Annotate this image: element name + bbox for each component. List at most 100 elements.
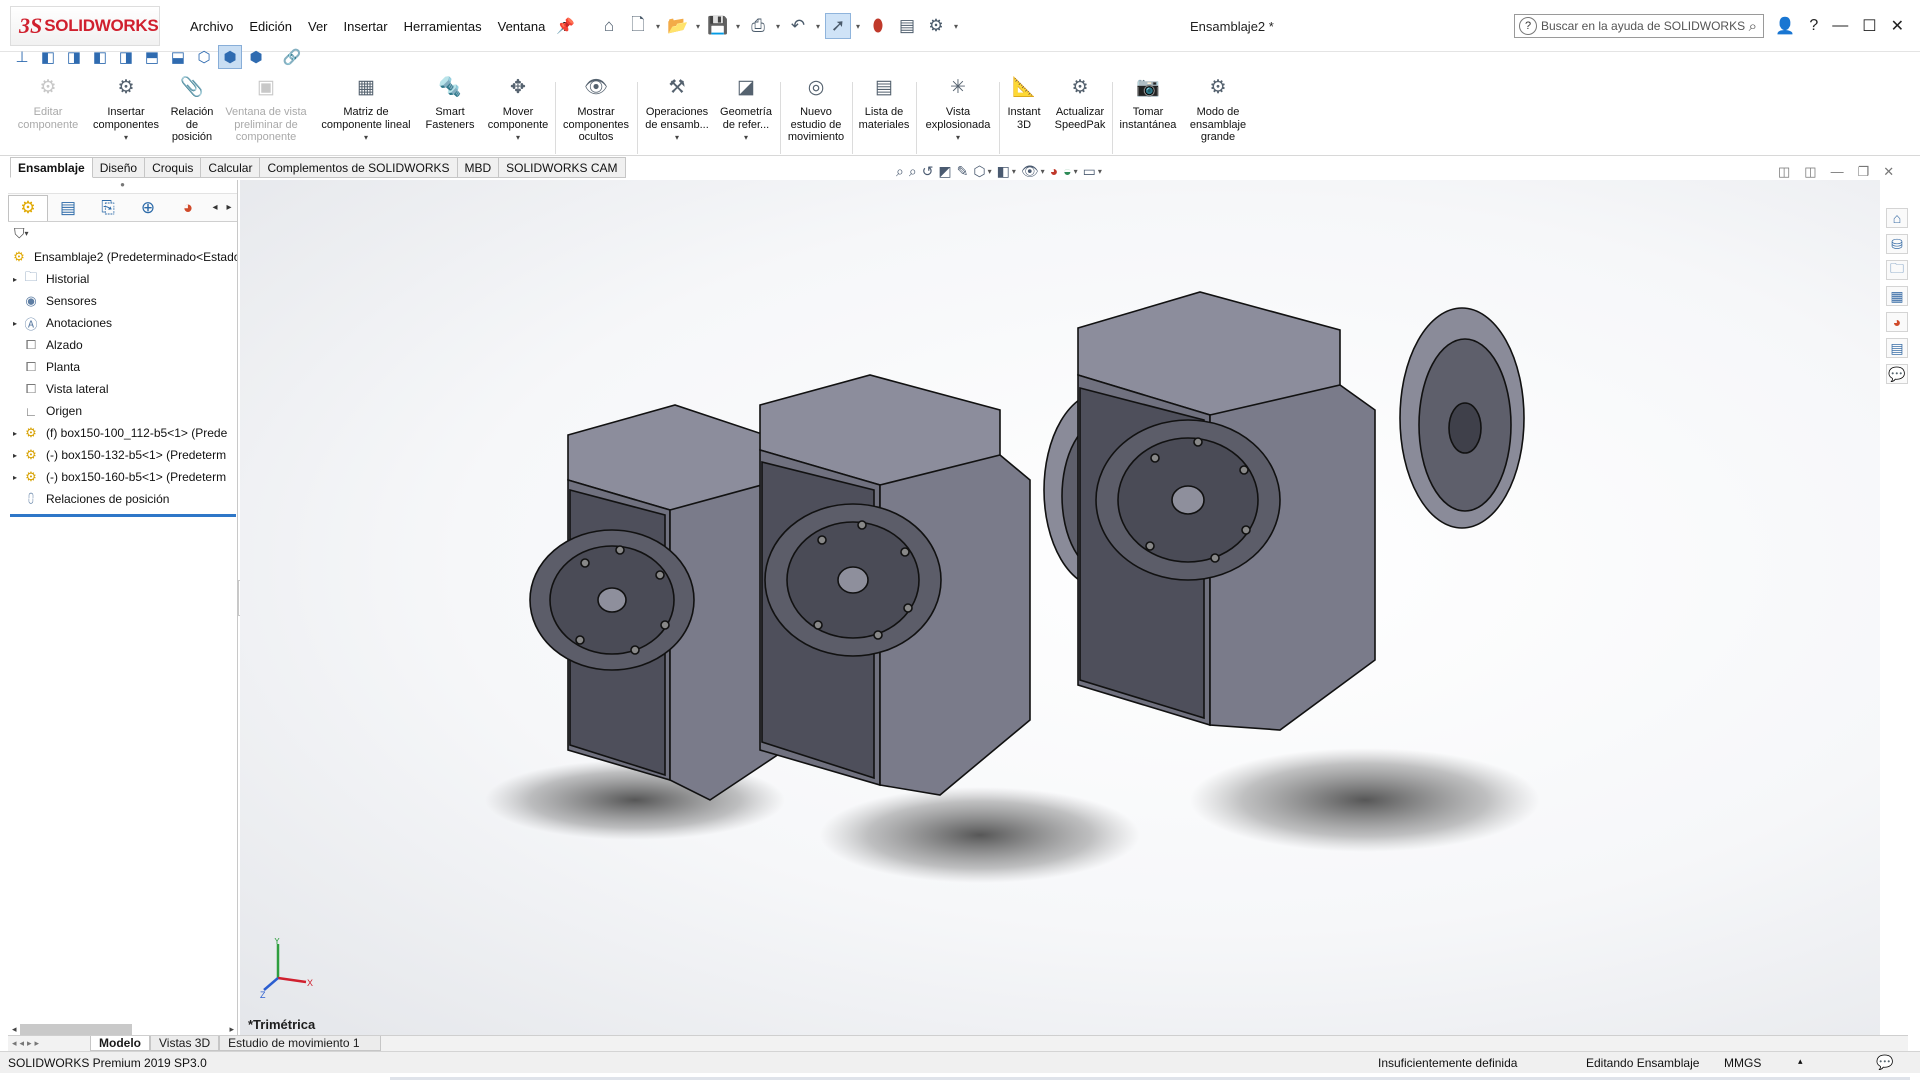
file-explorer-icon[interactable]: 🗀 xyxy=(1886,260,1908,280)
chevron-down-icon[interactable]: ▾ xyxy=(956,132,960,145)
zoom-to-fit-icon[interactable]: ⌕ xyxy=(896,163,904,180)
chevron-right-icon[interactable]: ▸ xyxy=(222,202,236,213)
chevron-down-icon[interactable]: ▾ xyxy=(774,22,782,31)
tab-complementos[interactable]: Complementos de SOLIDWORKS xyxy=(260,157,458,178)
chevron-down-icon[interactable]: ▾ xyxy=(516,132,520,145)
large-assembly-mode-button[interactable]: ⚙ Modo de ensamblaje grande xyxy=(1184,78,1252,144)
take-snapshot-button[interactable]: 📷 Tomar instantánea xyxy=(1115,78,1181,131)
mate-button[interactable]: 📎 Relación de posición xyxy=(166,78,218,144)
tree-root[interactable]: ⚙ Ensamblaje2 (Predeterminado<Estado xyxy=(8,246,237,268)
insert-components-button[interactable]: ⚙ Insertar componentes ▾ xyxy=(88,78,164,145)
chevron-down-icon[interactable]: ▾ xyxy=(124,132,128,145)
edit-appearance-icon[interactable]: ◕ xyxy=(1050,163,1058,179)
menu-ver[interactable]: Ver xyxy=(300,19,336,34)
isometric-view-icon[interactable]: ⬡ xyxy=(192,45,216,69)
right-view-icon[interactable]: ◨ xyxy=(114,45,138,69)
gearbox-box150-160[interactable] xyxy=(1077,291,1525,731)
chevron-down-icon[interactable]: ▾ xyxy=(814,22,822,31)
scroll-right-icon[interactable]: ▸ xyxy=(229,1024,234,1035)
home-icon[interactable]: ⌂ xyxy=(596,13,622,39)
update-speedpak-button[interactable]: ⚙ Actualizar SpeedPak xyxy=(1050,78,1110,131)
save-icon[interactable]: 💾 xyxy=(705,13,731,39)
chevron-down-icon[interactable]: ▾ xyxy=(1074,167,1078,176)
view-palette-icon[interactable]: ▦ xyxy=(1886,286,1908,306)
chevron-left-icon[interactable]: ◂ xyxy=(208,202,222,213)
chevron-up-icon[interactable]: ▴ xyxy=(1798,1056,1803,1067)
move-component-button[interactable]: ✥ Mover componente ▾ xyxy=(482,78,554,145)
bill-of-materials-button[interactable]: ▤ Lista de materiales xyxy=(856,78,912,131)
custom-properties-icon[interactable]: ▤ xyxy=(1886,338,1908,358)
feature-manager-tab-icon[interactable]: ⚙ xyxy=(8,194,48,221)
expand-arrow-icon[interactable]: ▸ xyxy=(8,473,22,482)
user-icon[interactable]: 👤 xyxy=(1775,16,1795,36)
help-search-box[interactable]: ? Buscar en la ayuda de SOLIDWORKS ⌕ xyxy=(1514,14,1764,38)
tree-item-vista-lateral[interactable]: ⧠ Vista lateral xyxy=(8,378,237,400)
viewport-close-icon[interactable]: ✕ xyxy=(1883,164,1894,180)
units-selector[interactable]: MMGS xyxy=(1724,1056,1761,1070)
solidworks-resources-icon[interactable]: ⌂ xyxy=(1886,208,1908,228)
filter-icon[interactable]: ⛉ ▾ xyxy=(8,222,237,244)
expand-arrow-icon[interactable]: ▸ xyxy=(8,319,22,328)
select-cursor-icon[interactable]: ➚ xyxy=(825,13,851,39)
tab-vistas-3d[interactable]: Vistas 3D xyxy=(150,1036,220,1051)
left-view-icon[interactable]: ◧ xyxy=(88,45,112,69)
maximize-icon[interactable]: ☐ xyxy=(1862,16,1876,36)
viewport-minimize-icon[interactable]: — xyxy=(1831,164,1844,180)
tooltip-icon[interactable]: 💬 xyxy=(1876,1054,1893,1071)
split-view-left-icon[interactable]: ◫ xyxy=(1778,164,1790,180)
back-view-icon[interactable]: ◨ xyxy=(62,45,86,69)
instant3d-button[interactable]: 📐 Instant 3D xyxy=(1002,78,1046,131)
split-view-right-icon[interactable]: ◫ xyxy=(1804,164,1816,180)
tree-item-alzado[interactable]: ⧠ Alzado xyxy=(8,334,237,356)
pin-icon[interactable]: 📌 xyxy=(556,17,575,35)
expand-arrow-icon[interactable]: ▸ xyxy=(8,451,22,460)
menu-archivo[interactable]: Archivo xyxy=(182,19,241,34)
tab-ensamblaje[interactable]: Ensamblaje xyxy=(10,157,93,178)
chevron-down-icon[interactable]: ▾ xyxy=(952,22,960,31)
search-icon[interactable]: ⌕ xyxy=(1749,18,1757,35)
minimize-icon[interactable]: — xyxy=(1832,17,1848,35)
smart-fasteners-button[interactable]: 🔩 Smart Fasteners xyxy=(420,78,480,131)
menu-edicion[interactable]: Edición xyxy=(241,19,300,34)
design-library-icon[interactable]: ⛁ xyxy=(1886,234,1908,254)
view-orientation-icon[interactable]: ⬡ xyxy=(973,163,985,180)
chevron-down-icon[interactable]: ▾ xyxy=(854,22,862,31)
horizontal-scrollbar[interactable]: ◂ ▸ xyxy=(12,1022,234,1036)
chevron-down-icon[interactable]: ▾ xyxy=(694,22,702,31)
chevron-down-icon[interactable]: ▾ xyxy=(744,132,748,145)
tab-scroll-arrows-icon[interactable]: ◂◂▸▸ xyxy=(8,1038,90,1049)
options-gear-icon[interactable]: ⚙ xyxy=(923,13,949,39)
forum-icon[interactable]: 💬 xyxy=(1886,364,1908,384)
file-properties-icon[interactable]: ▤ xyxy=(894,13,920,39)
chevron-down-icon[interactable]: ▾ xyxy=(1098,167,1102,176)
dimxpert-tab-icon[interactable]: ⊕ xyxy=(128,195,168,221)
show-hidden-components-button[interactable]: 👁 Mostrar componentes ocultos xyxy=(560,78,632,144)
tree-item-mates[interactable]: ⩇ Relaciones de posición xyxy=(8,488,237,510)
viewport-restore-icon[interactable]: ❐ xyxy=(1858,164,1870,180)
linear-component-pattern-button[interactable]: ▦ Matriz de componente lineal ▾ xyxy=(316,78,416,145)
front-view-icon[interactable]: ◧ xyxy=(36,45,60,69)
configuration-manager-tab-icon[interactable]: ⎘ xyxy=(88,195,128,221)
undo-icon[interactable]: ↶ xyxy=(785,13,811,39)
edit-component-button[interactable]: ⚙ Editar componente xyxy=(18,78,79,131)
hide-show-items-icon[interactable]: 👁 xyxy=(1021,163,1039,180)
chevron-down-icon[interactable]: ▾ xyxy=(1041,167,1045,176)
solidworks-logo[interactable]: 3S SOLIDWORKS xyxy=(10,6,160,46)
tree-item-box150-160[interactable]: ▸ ⚙ (-) box150-160-b5<1> (Predeterm xyxy=(8,466,237,488)
new-document-icon[interactable]: 🗋 xyxy=(625,13,651,39)
tree-item-box150-132[interactable]: ▸ ⚙ (-) box150-132-b5<1> (Predeterm xyxy=(8,444,237,466)
open-icon[interactable]: 📂 xyxy=(665,13,691,39)
help-icon[interactable]: ? xyxy=(1809,17,1818,35)
chevron-down-icon[interactable]: ▾ xyxy=(988,167,992,176)
menu-herramientas[interactable]: Herramientas xyxy=(396,19,490,34)
scroll-left-icon[interactable]: ◂ xyxy=(12,1024,17,1035)
tree-item-anotaciones[interactable]: ▸ Ⓐ Anotaciones xyxy=(8,312,237,334)
trimetric-view-icon[interactable]: ⬢ xyxy=(218,45,242,69)
tab-solidworks-cam[interactable]: SOLIDWORKS CAM xyxy=(499,157,626,178)
top-view-icon[interactable]: ⬒ xyxy=(140,45,164,69)
tree-item-sensores[interactable]: ◉ Sensores xyxy=(8,290,237,312)
display-style-icon[interactable]: ◧ xyxy=(997,163,1010,180)
expand-arrow-icon[interactable]: ▸ xyxy=(8,275,22,284)
chevron-down-icon[interactable]: ▾ xyxy=(1012,167,1016,176)
zoom-to-area-icon[interactable]: ⌕ xyxy=(909,163,917,180)
